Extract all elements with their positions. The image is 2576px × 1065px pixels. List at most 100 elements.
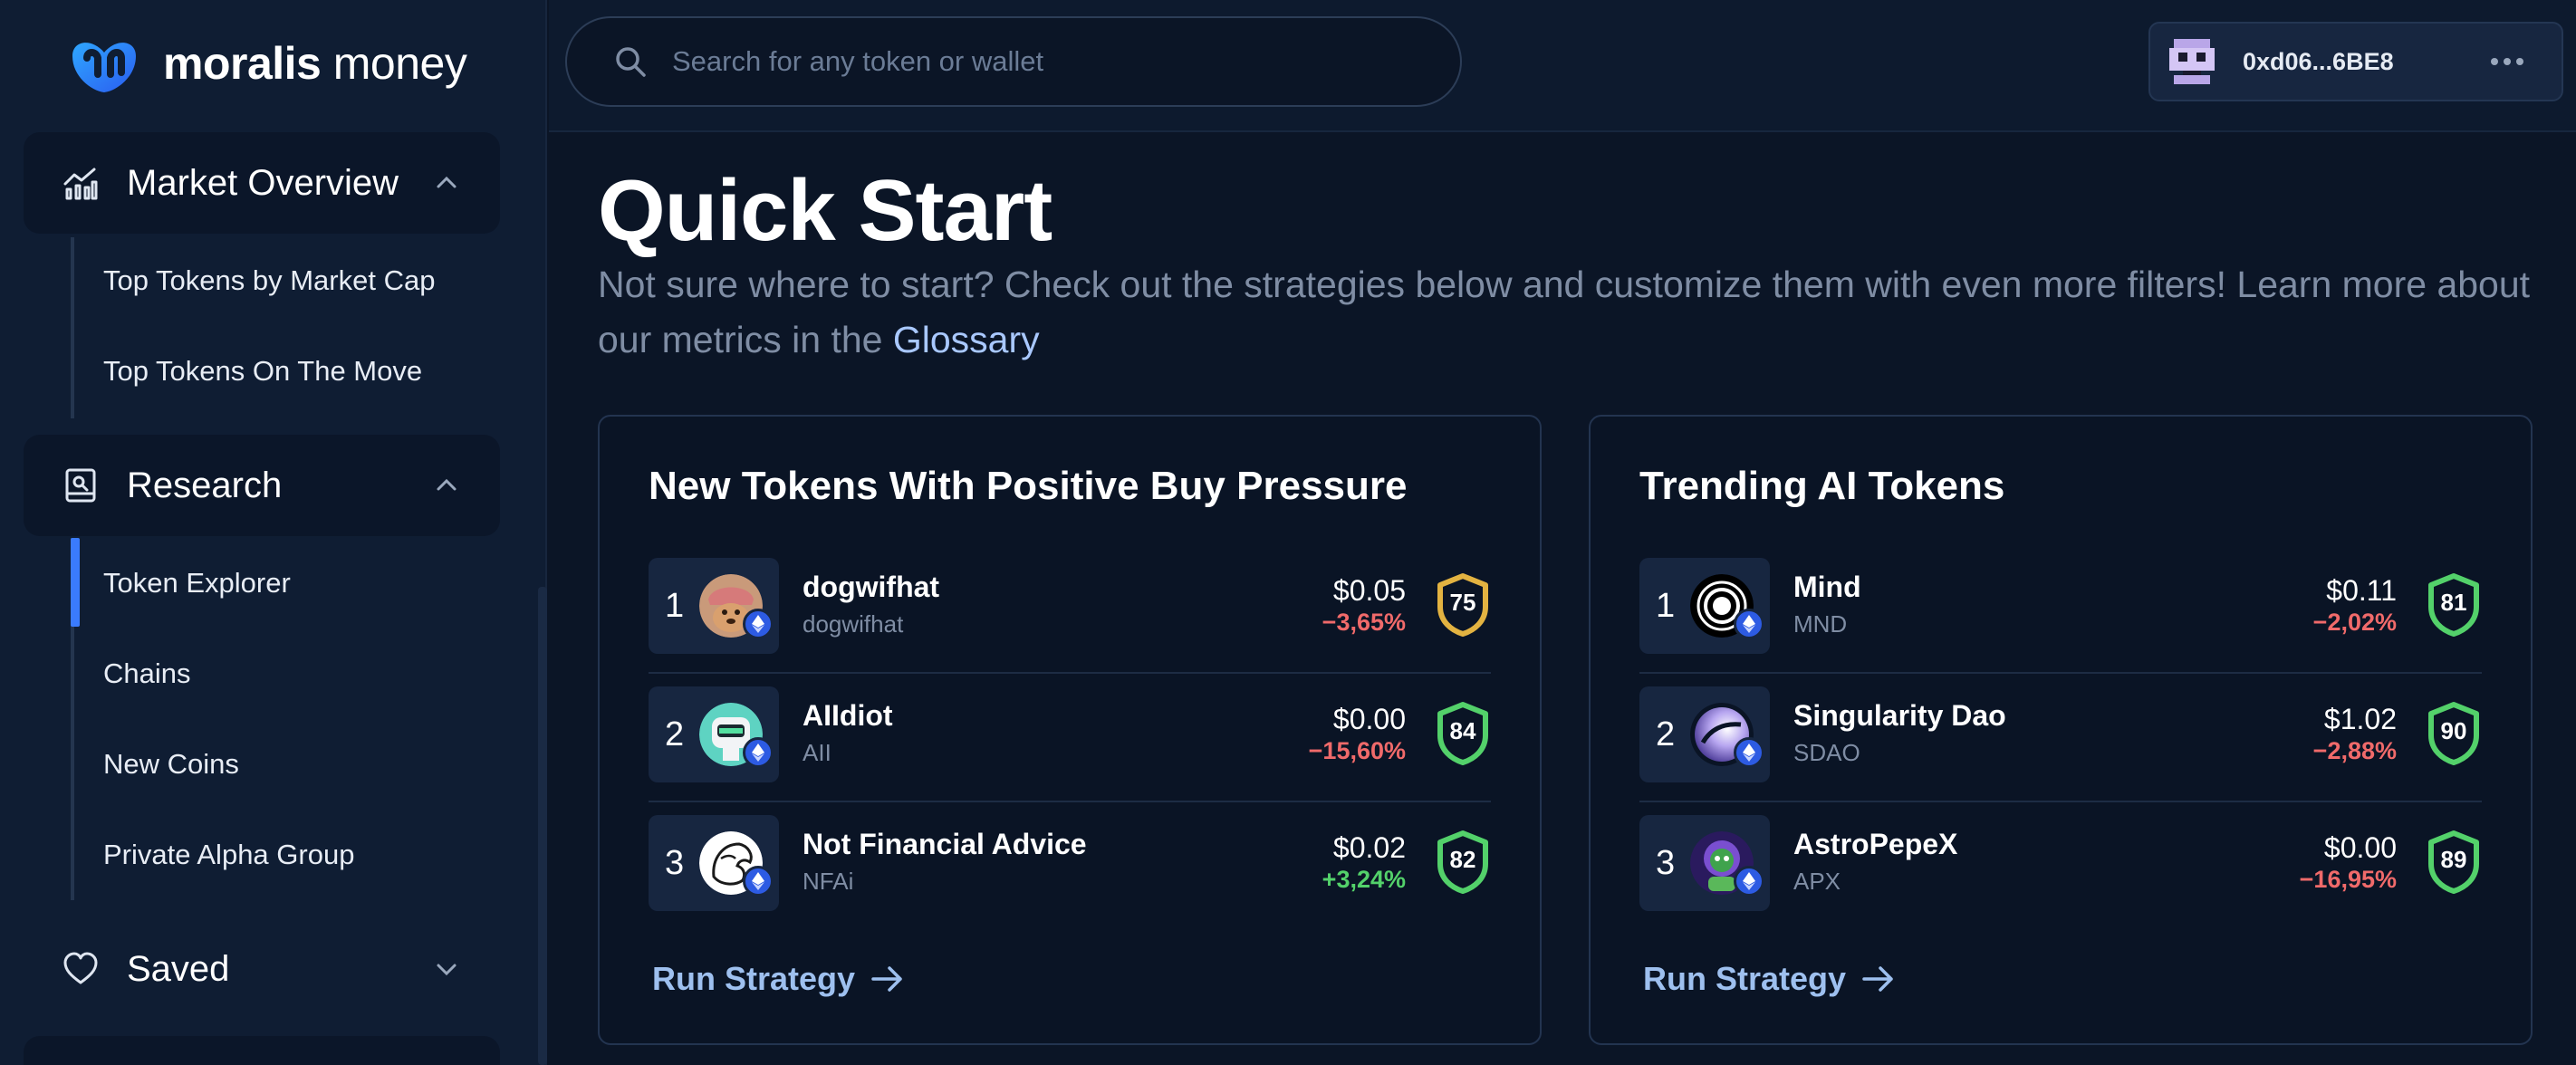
token-price: $0.02 [1332,831,1406,864]
token-name: Not Financial Advice [803,828,1087,860]
wallet-avatar-icon [2165,34,2219,89]
token-row[interactable]: 1 Mind MND $0.11 −2,02% 81 [1639,558,2482,654]
run-strategy-label: Run Strategy [652,960,856,997]
token-change: −3,65% [1322,609,1406,636]
token-rank-box: 1 [649,558,779,654]
sidebar-item-chains[interactable]: Chains [103,657,191,690]
arrow-right-icon [871,966,902,992]
token-row[interactable]: 1 dogwifhat dogwifhat $0.05 −3,65% 75 [649,558,1491,654]
token-rank-box: 3 [649,815,779,911]
ethereum-chain-icon [1734,609,1764,639]
ethereum-chain-icon [1734,737,1764,768]
token-change: −2,02% [2312,609,2397,636]
glossary-link[interactable]: Glossary [893,319,1040,360]
sidebar-item-new-coins[interactable]: New Coins [103,748,239,781]
token-name: AstroPepeX [1793,828,1958,860]
page-title: Quick Start [598,162,1053,259]
token-symbol: AII [803,739,831,766]
token-rank-box: 2 [649,686,779,782]
token-rank-box: 2 [1639,686,1770,782]
wallet-address: 0xd06...6BE8 [2243,47,2394,75]
token-rank: 1 [1656,587,1676,625]
run-strategy-button[interactable]: Run Strategy [1643,960,1897,998]
token-rank: 2 [1656,715,1676,753]
sidebar-subnav-line [71,237,74,418]
token-rank-box: 3 [1639,815,1770,911]
token-row[interactable]: 3 Not Financial Advice NFAi $0.02 +3,24%… [649,815,1491,911]
token-score: 84 [1449,717,1476,744]
search-input[interactable] [672,45,1379,78]
sidebar-section-label: Saved [127,948,230,989]
row-divider [1639,801,2482,802]
chevron-up-icon[interactable] [433,169,460,197]
chevron-down-icon[interactable] [433,955,460,983]
card-title: New Tokens With Positive Buy Pressure [649,464,1408,508]
brand-logo[interactable]: moralis money [65,27,467,100]
ethereum-chain-icon [743,609,774,639]
row-divider [1639,672,2482,674]
token-price: $0.00 [1332,703,1406,735]
sidebar-item-token-explorer[interactable]: Token Explorer [103,567,291,600]
token-name: Singularity Dao [1793,699,2006,732]
ethereum-chain-icon [743,866,774,897]
token-rank-box: 1 [1639,558,1770,654]
research-book-icon [65,468,96,503]
ethereum-chain-icon [743,737,774,768]
chart-icon [63,168,98,200]
token-name: Mind [1793,571,1861,603]
sidebar: moralis money Market Overview Top Tokens… [0,0,547,1065]
arrow-right-icon [1862,966,1893,992]
sidebar-item-top-tokens-on-the-move[interactable]: Top Tokens On The Move [103,355,422,388]
token-score: 75 [1449,589,1476,616]
wallet-button[interactable]: 0xd06...6BE8 [2148,22,2563,101]
search-icon [616,47,646,77]
token-name: AIIdiot [803,699,893,732]
token-rank: 2 [665,715,685,753]
search-bar[interactable] [565,16,1462,107]
page-subtitle: Not sure where to start? Check out the s… [598,257,2536,368]
sidebar-section-research[interactable]: Research [24,435,500,536]
token-row[interactable]: 2 AIIdiot AII $0.00 −15,60% 84 [649,686,1491,782]
token-score: 89 [2440,846,2467,873]
token-symbol: dogwifhat [803,610,904,638]
strategy-card-trending-ai: Trending AI Tokens 1 Mind MND $0.11 −2,0… [1589,415,2533,1045]
token-symbol: NFAi [803,868,854,895]
token-score: 81 [2440,589,2467,616]
token-rank: 3 [665,844,685,882]
run-strategy-button[interactable]: Run Strategy [652,960,906,998]
card-title: Trending AI Tokens [1639,464,2005,508]
sidebar-scrollbar[interactable] [538,587,547,1065]
moralis-logo-icon [72,43,136,92]
more-options-icon[interactable] [2489,56,2525,67]
token-price: $0.11 [2326,574,2397,607]
token-symbol: APX [1793,868,1841,895]
token-row[interactable]: 3 AstroPepeX APX $0.00 −16,95% 89 [1639,815,2482,911]
token-change: −2,88% [2312,737,2397,764]
subtitle-text: Not sure where to start? Check out the s… [598,264,2531,360]
token-symbol: SDAO [1793,739,1860,766]
token-price: $1.02 [2323,703,2397,735]
token-name: dogwifhat [803,571,940,603]
strategy-card-new-tokens: New Tokens With Positive Buy Pressure 1 … [598,415,1542,1045]
run-strategy-label: Run Strategy [1643,960,1847,997]
active-indicator [71,538,80,627]
sidebar-section-label: Market Overview [127,162,399,203]
chevron-up-icon[interactable] [433,472,460,499]
sidebar-section-saved[interactable]: Saved [24,918,500,1020]
ethereum-chain-icon [1734,866,1764,897]
row-divider [649,801,1491,802]
heart-icon [63,952,98,984]
token-price: $0.00 [2323,831,2397,864]
token-rank: 3 [1656,844,1676,882]
token-score: 90 [2440,717,2467,744]
token-change: +3,24% [1322,866,1406,893]
row-divider [649,672,1491,674]
token-change: −16,95% [2299,866,2397,893]
sidebar-section-label: Research [127,465,283,505]
token-row[interactable]: 2 Singularity Dao SDAO $1.02 −2,88% 90 [1639,686,2482,782]
token-score: 82 [1449,846,1476,873]
sidebar-section-next[interactable] [24,1036,500,1065]
sidebar-item-private-alpha-group[interactable]: Private Alpha Group [103,839,354,871]
sidebar-section-market-overview[interactable]: Market Overview [24,132,500,234]
sidebar-item-top-tokens-by-market-cap[interactable]: Top Tokens by Market Cap [103,264,435,297]
